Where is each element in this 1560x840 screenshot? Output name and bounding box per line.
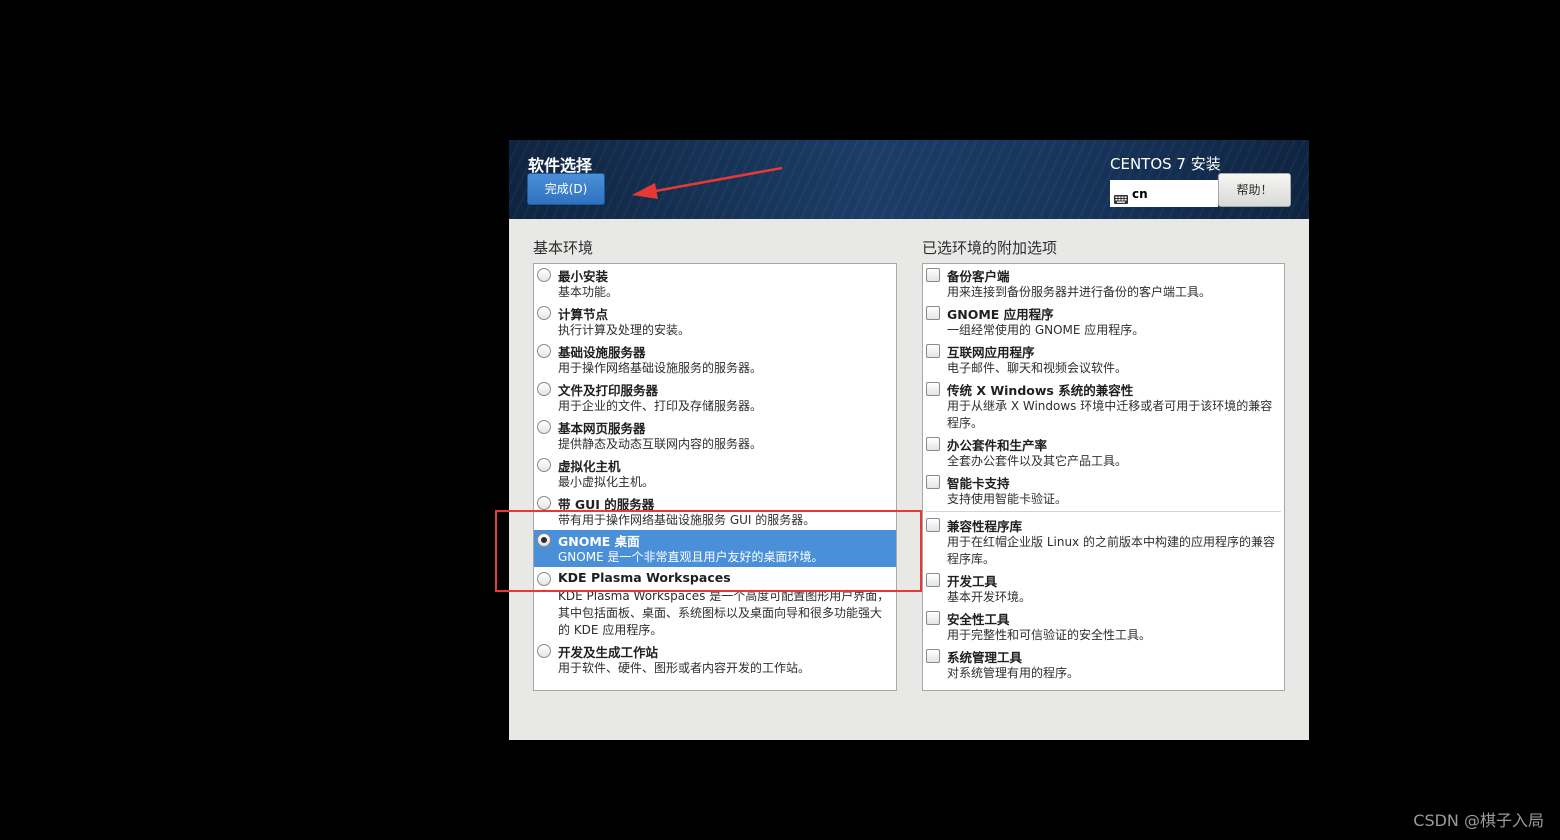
addon-separator (926, 511, 1281, 512)
addon-desc: 用于完整性和可信验证的安全性工具。 (947, 628, 1152, 642)
radio-button[interactable] (537, 644, 551, 658)
addon-desc: 支持使用智能卡验证。 (947, 492, 1068, 506)
env-option-minimal[interactable]: 最小安装 基本功能。 (534, 265, 896, 303)
addon-desc: 电子邮件、聊天和视频会议软件。 (947, 361, 1128, 375)
checkbox[interactable] (926, 268, 940, 282)
addon-name: 备份客户端 (947, 269, 1010, 284)
env-option-desc: 带有用于操作网络基础设施服务 GUI 的服务器。 (558, 513, 816, 527)
addon-compat-libraries[interactable]: 兼容性程序库 用于在红帽企业版 Linux 的之前版本中构建的应用程序的兼容程序… (923, 515, 1284, 570)
addon-name: 兼容性程序库 (947, 519, 1023, 534)
radio-button[interactable] (537, 382, 551, 396)
radio-button[interactable] (537, 420, 551, 434)
keyboard-icon (1114, 189, 1128, 204)
addon-desc: 用于从继承 X Windows 环境中迁移或者可用于该环境的兼容程序。 (947, 399, 1273, 430)
addon-office-suite[interactable]: 办公套件和生产率 全套办公套件以及其它产品工具。 (923, 434, 1284, 472)
checkbox[interactable] (926, 306, 940, 320)
help-button[interactable]: 帮助！ (1218, 173, 1291, 207)
addon-gnome-apps[interactable]: GNOME 应用程序 一组经常使用的 GNOME 应用程序。 (923, 303, 1284, 341)
addon-desc: 一组经常使用的 GNOME 应用程序。 (947, 323, 1145, 337)
addon-dev-tools[interactable]: 开发工具 基本开发环境。 (923, 570, 1284, 608)
addons-list: 备份客户端 用来连接到备份服务器并进行备份的客户端工具。 GNOME 应用程序 … (922, 263, 1285, 691)
env-option-web-server[interactable]: 基本网页服务器 提供静态及动态互联网内容的服务器。 (534, 417, 896, 455)
radio-button-selected[interactable] (537, 533, 551, 547)
header-bar: 软件选择 完成(D) CENTOS 7 安装 cn 帮助！ (509, 140, 1309, 219)
radio-button[interactable] (537, 344, 551, 358)
addons-title: 已选环境的附加选项 (922, 239, 1058, 257)
keyboard-layout-indicator[interactable]: cn (1110, 180, 1218, 207)
env-option-kde-plasma[interactable]: KDE Plasma Workspaces KDE Plasma Workspa… (534, 569, 896, 641)
radio-button[interactable] (537, 496, 551, 510)
addon-desc: 基本开发环境。 (947, 590, 1032, 604)
addon-legacy-x-windows[interactable]: 传统 X Windows 系统的兼容性 用于从继承 X Windows 环境中迁… (923, 379, 1284, 434)
addon-sysadmin-tools[interactable]: 系统管理工具 对系统管理有用的程序。 (923, 646, 1284, 684)
checkbox[interactable] (926, 382, 940, 396)
radio-button[interactable] (537, 572, 551, 586)
env-option-name: 带 GUI 的服务器 (558, 497, 655, 512)
addon-backup-client[interactable]: 备份客户端 用来连接到备份服务器并进行备份的客户端工具。 (923, 265, 1284, 303)
env-option-gnome-desktop[interactable]: GNOME 桌面 GNOME 是一个非常直观且用户友好的桌面环境。 (534, 530, 896, 567)
radio-button[interactable] (537, 268, 551, 282)
product-name: CENTOS 7 安装 (1110, 155, 1221, 173)
checkbox[interactable] (926, 437, 940, 451)
checkbox[interactable] (926, 611, 940, 625)
env-option-desc: 用于软件、硬件、图形或者内容开发的工作站。 (558, 661, 811, 675)
env-option-desc: 用于操作网络基础设施服务的服务器。 (558, 361, 763, 375)
addon-name: 系统管理工具 (947, 650, 1023, 665)
checkbox[interactable] (926, 475, 940, 489)
env-option-desc: 提供静态及动态互联网内容的服务器。 (558, 437, 763, 451)
env-option-desc: 基本功能。 (558, 285, 619, 299)
base-environment-title: 基本环境 (533, 239, 594, 257)
env-option-name: 虚拟化主机 (558, 459, 621, 474)
addon-desc: 全套办公套件以及其它产品工具。 (947, 454, 1128, 468)
addon-name: 办公套件和生产率 (947, 438, 1048, 453)
addon-security-tools[interactable]: 安全性工具 用于完整性和可信验证的安全性工具。 (923, 608, 1284, 646)
checkbox[interactable] (926, 573, 940, 587)
env-option-server-with-gui[interactable]: 带 GUI 的服务器 带有用于操作网络基础设施服务 GUI 的服务器。 (534, 493, 896, 530)
addon-desc: 用来连接到备份服务器并进行备份的客户端工具。 (947, 285, 1212, 299)
env-option-name: 最小安装 (558, 269, 609, 284)
watermark: CSDN @棋子入局 (1413, 811, 1544, 830)
checkbox[interactable] (926, 649, 940, 663)
env-option-name: GNOME 桌面 (558, 534, 640, 549)
addon-name: GNOME 应用程序 (947, 307, 1054, 322)
radio-button[interactable] (537, 306, 551, 320)
env-option-desc: KDE Plasma Workspaces 是一个高度可配置图形用户界面，其中包… (558, 589, 890, 637)
env-option-compute-node[interactable]: 计算节点 执行计算及处理的安装。 (534, 303, 896, 341)
env-option-name: 文件及打印服务器 (558, 383, 659, 398)
base-environment-list: 最小安装 基本功能。 计算节点 执行计算及处理的安装。 基础设施服务器 用于操作… (533, 263, 897, 691)
env-option-file-print-server[interactable]: 文件及打印服务器 用于企业的文件、打印及存储服务器。 (534, 379, 896, 417)
env-option-name: 开发及生成工作站 (558, 645, 659, 660)
software-selection-window: 软件选择 完成(D) CENTOS 7 安装 cn 帮助！ 基本环境 已选环境的… (509, 140, 1309, 740)
env-option-name: KDE Plasma Workspaces (558, 570, 731, 585)
env-option-desc: 执行计算及处理的安装。 (558, 323, 691, 337)
addon-internet-apps[interactable]: 互联网应用程序 电子邮件、聊天和视频会议软件。 (923, 341, 1284, 379)
done-button[interactable]: 完成(D) (527, 173, 605, 205)
checkbox[interactable] (926, 518, 940, 532)
env-option-desc: GNOME 是一个非常直观且用户友好的桌面环境。 (558, 550, 824, 564)
addon-name: 传统 X Windows 系统的兼容性 (947, 383, 1134, 398)
addon-desc: 对系统管理有用的程序。 (947, 666, 1080, 680)
env-option-virtualization-host[interactable]: 虚拟化主机 最小虚拟化主机。 (534, 455, 896, 493)
env-option-name: 基本网页服务器 (558, 421, 646, 436)
env-option-desc: 最小虚拟化主机。 (558, 475, 655, 489)
addon-name: 智能卡支持 (947, 476, 1010, 491)
env-option-name: 计算节点 (558, 307, 609, 322)
env-option-name: 基础设施服务器 (558, 345, 646, 360)
radio-button[interactable] (537, 458, 551, 472)
checkbox[interactable] (926, 344, 940, 358)
addon-smart-card[interactable]: 智能卡支持 支持使用智能卡验证。 (923, 472, 1284, 510)
addon-desc: 用于在红帽企业版 Linux 的之前版本中构建的应用程序的兼容程序库。 (947, 535, 1275, 566)
keyboard-layout-value: cn (1132, 186, 1148, 201)
env-option-infrastructure-server[interactable]: 基础设施服务器 用于操作网络基础设施服务的服务器。 (534, 341, 896, 379)
env-option-dev-workstation[interactable]: 开发及生成工作站 用于软件、硬件、图形或者内容开发的工作站。 (534, 641, 896, 679)
addon-name: 互联网应用程序 (947, 345, 1035, 360)
env-option-desc: 用于企业的文件、打印及存储服务器。 (558, 399, 763, 413)
addon-name: 开发工具 (947, 574, 998, 589)
addon-name: 安全性工具 (947, 612, 1010, 627)
